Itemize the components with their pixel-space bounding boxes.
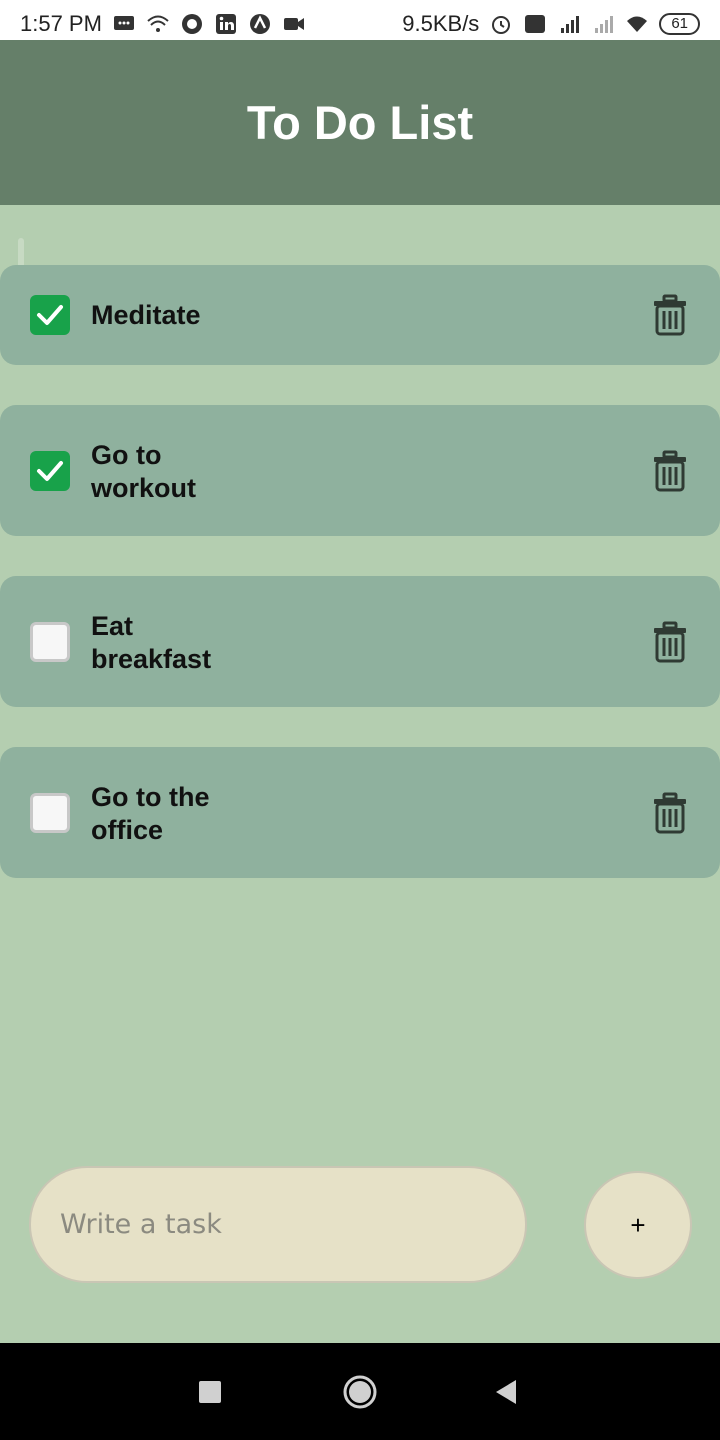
recents-square-icon[interactable] [198, 1380, 222, 1404]
task-item[interactable]: Meditate [0, 265, 720, 365]
task-label: Go to the office [91, 782, 210, 845]
check-icon [37, 461, 63, 481]
trash-icon[interactable] [652, 621, 688, 663]
volte-icon [525, 15, 546, 33]
battery-indicator: 61 [659, 13, 700, 35]
linkedin-icon [215, 14, 236, 34]
task-checkbox[interactable] [30, 793, 70, 833]
task-label: Meditate [91, 300, 201, 330]
task-label: Eat breakfast [91, 611, 212, 674]
alarm-icon [492, 16, 511, 34]
clock: 1:57 PM [20, 11, 102, 36]
wifi-icon [147, 15, 169, 32]
message-icon [113, 16, 134, 30]
app-header: To Do List [0, 40, 720, 205]
wifi-icon [627, 16, 648, 32]
task-item[interactable]: Go to the office [0, 747, 720, 878]
task-item[interactable]: Eat breakfast [0, 576, 720, 707]
check-icon [37, 305, 63, 325]
trash-icon[interactable] [652, 792, 688, 834]
4g-signal-icon [561, 16, 580, 33]
circle-app-icon [181, 14, 202, 34]
page-title: To Do List [246, 96, 474, 149]
add-task-button[interactable]: + [584, 1171, 692, 1279]
trash-icon[interactable] [652, 450, 688, 492]
network-speed: 9.5KB/s [402, 11, 480, 36]
video-icon [283, 18, 304, 30]
task-checkbox[interactable] [30, 295, 70, 335]
home-circle-icon[interactable] [342, 1374, 378, 1410]
system-nav-bar [0, 1343, 720, 1440]
task-item[interactable]: Go to workout [0, 405, 720, 536]
add-button-label: + [630, 1209, 646, 1240]
trash-icon[interactable] [652, 294, 688, 336]
back-triangle-icon[interactable] [494, 1379, 518, 1405]
status-left: 1:57 PM [20, 11, 306, 37]
task-checkbox[interactable] [30, 622, 70, 662]
status-right: 9.5KB/s 61 [402, 11, 700, 37]
task-label: Go to workout [91, 440, 196, 503]
task-checkbox[interactable] [30, 451, 70, 491]
arc-app-icon [249, 14, 270, 34]
task-input[interactable] [29, 1166, 527, 1283]
signal-icon [595, 16, 614, 33]
